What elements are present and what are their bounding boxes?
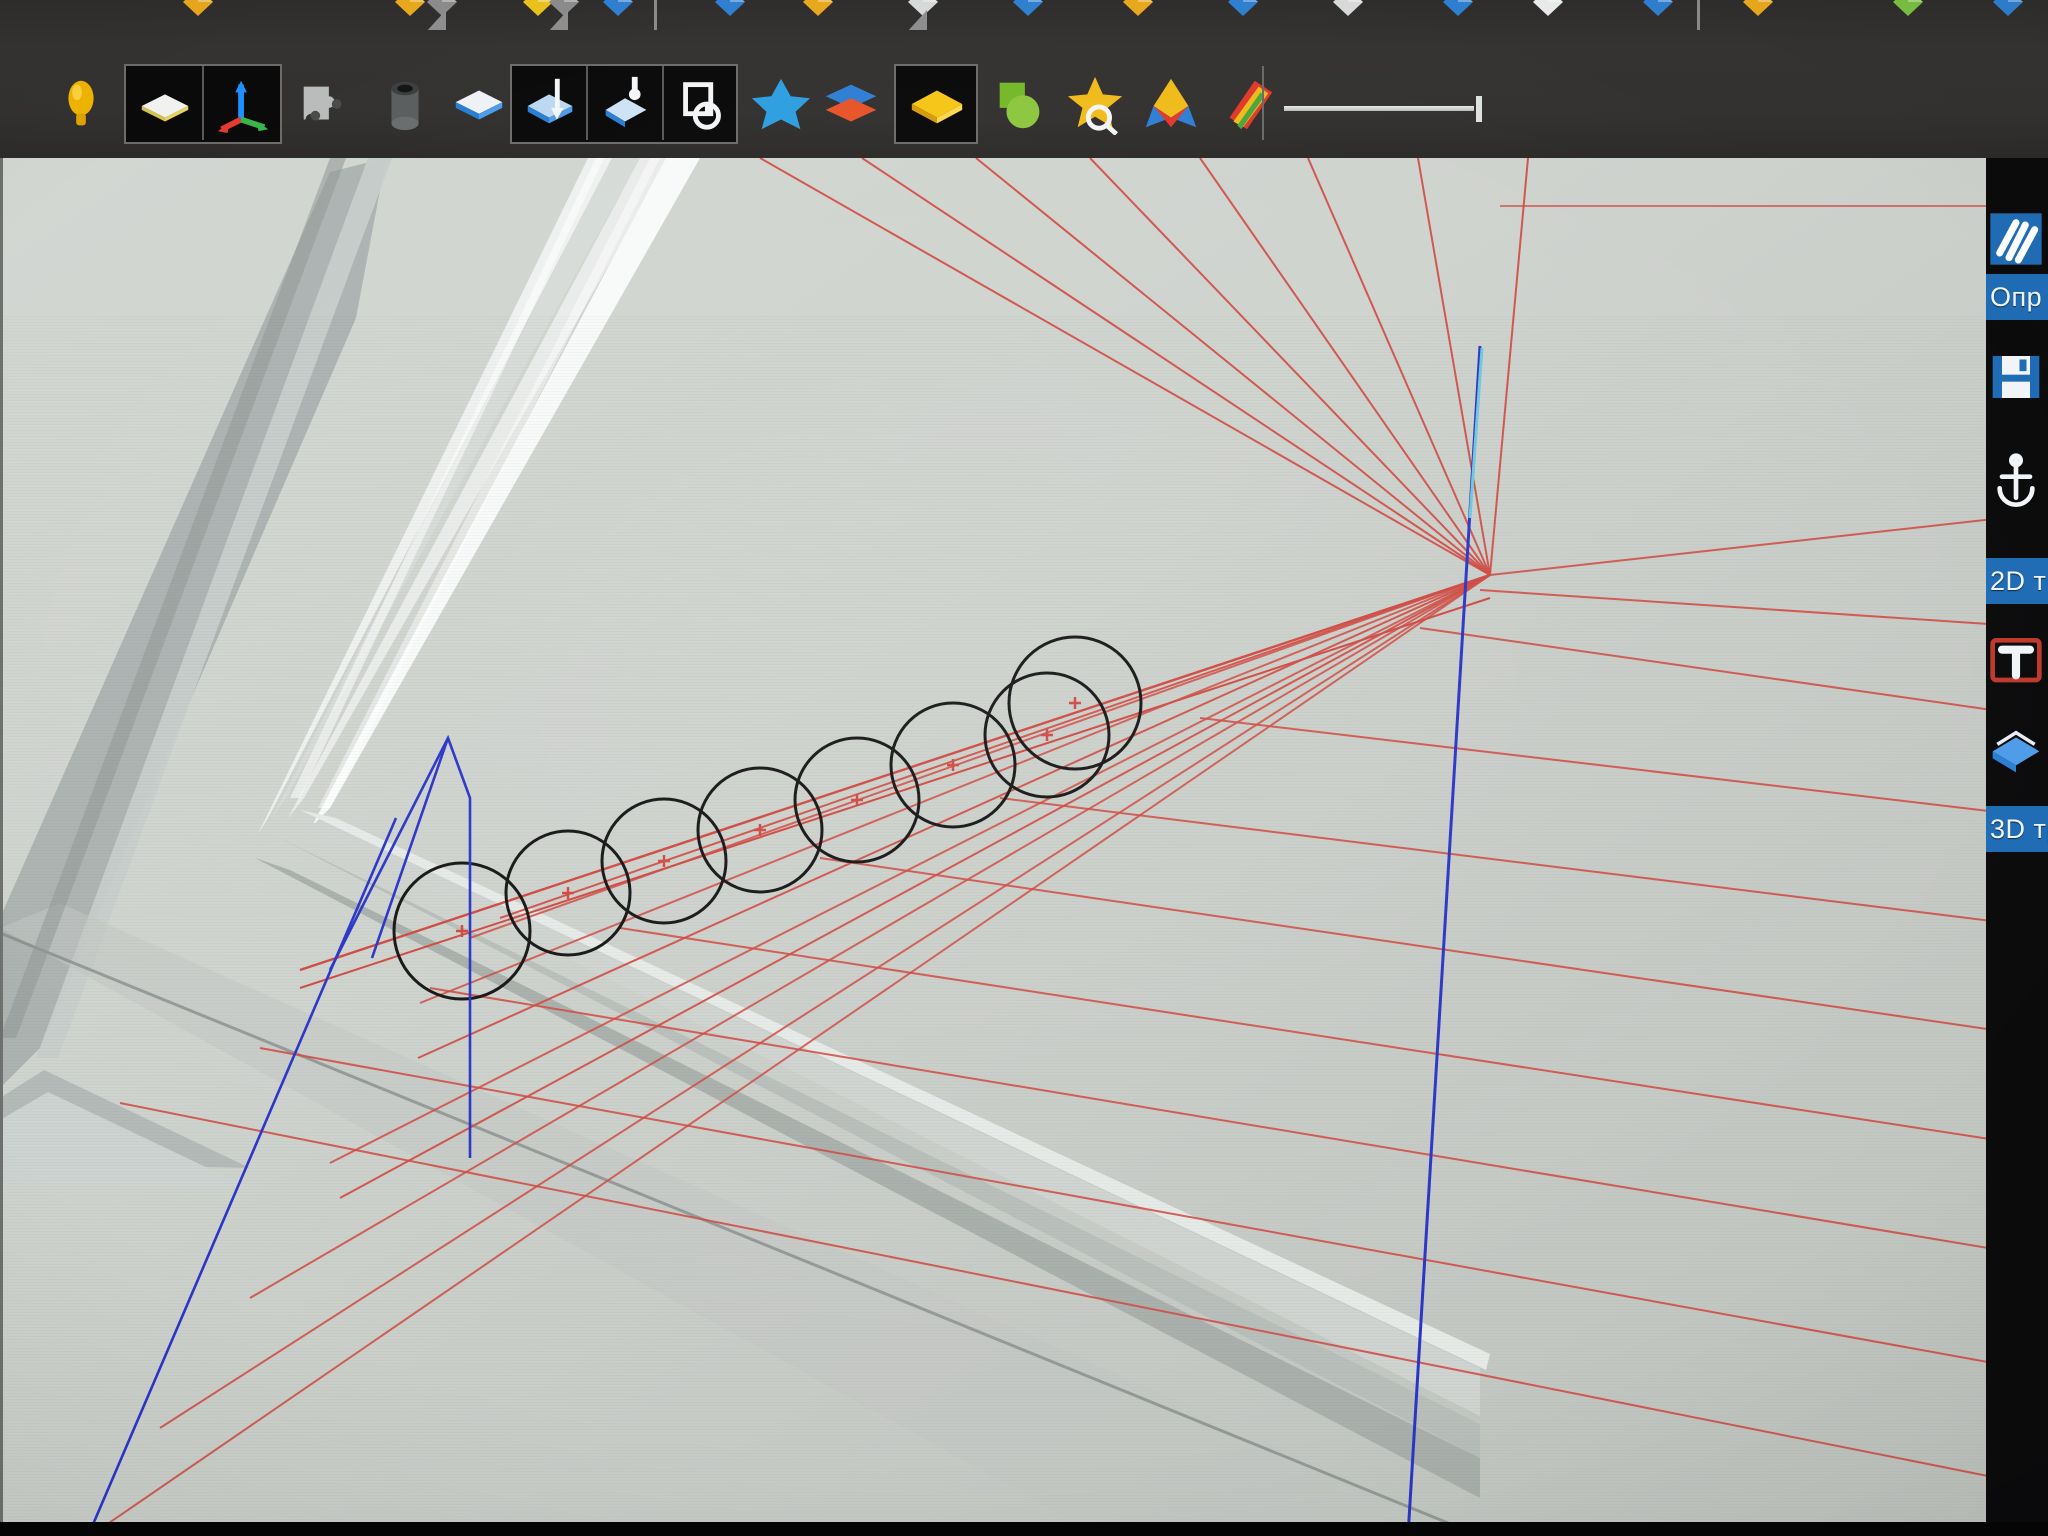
- panel-item-layers[interactable]: [1986, 718, 2048, 780]
- sphere-blue-icon[interactable]: [1990, 0, 2024, 16]
- plane-tool[interactable]: [126, 62, 204, 146]
- surface-extrude-tool[interactable]: [512, 62, 590, 146]
- triangle-marker-yellow-icon[interactable]: [180, 0, 214, 16]
- toolbar-overflow-separator: [654, 0, 657, 30]
- panel-item-anchor[interactable]: [1986, 448, 2048, 510]
- gear-star-icon[interactable]: [1530, 0, 1564, 16]
- scale-ruler-widget[interactable]: [1284, 96, 1482, 122]
- ruler-track[interactable]: [1284, 106, 1474, 111]
- stitch-surface-tool[interactable]: [812, 62, 890, 146]
- rib-tool[interactable]: [1208, 62, 1286, 146]
- ruler-end-handle[interactable]: [1476, 96, 1482, 122]
- triangle-marker-yellow2-icon[interactable]: [392, 0, 426, 16]
- triangle-blue3-icon[interactable]: [1010, 0, 1044, 16]
- component-tool[interactable]: [286, 62, 364, 146]
- ruled-surface-tool[interactable]: [898, 62, 976, 146]
- anchor-icon: [1997, 453, 2035, 507]
- chevron-stack-icon[interactable]: [1740, 0, 1774, 16]
- triangle-pointer-icon: [546, 8, 580, 30]
- sheet-body-tool[interactable]: [440, 62, 518, 146]
- local-coordinate-system-tool[interactable]: [204, 62, 282, 146]
- toolbar-overflow-strip: [0, 0, 2048, 30]
- triangle-blue-icon[interactable]: [600, 0, 634, 16]
- panel-item-label: 3D тра: [1990, 813, 2048, 844]
- triangle-blue5-icon[interactable]: [1640, 0, 1674, 16]
- toolbar-button-row: [0, 62, 2048, 160]
- panel-item-label: Опр: [1990, 281, 2043, 312]
- surface-revolve-tool[interactable]: [588, 62, 666, 146]
- panel-item-dimension[interactable]: Опр: [1986, 274, 2048, 320]
- extrude-green-icon[interactable]: [1890, 0, 1924, 16]
- triangle-pointer-icon: [905, 8, 939, 30]
- light-bulb-tool[interactable]: [42, 62, 120, 146]
- fold-white-icon[interactable]: [1330, 0, 1364, 16]
- text-tool-icon: [1990, 638, 2042, 683]
- save-sheet-icon: [1992, 356, 2040, 398]
- triangle-yellow3-icon[interactable]: [800, 0, 834, 16]
- main-toolbar: [0, 0, 2048, 160]
- extrude-solid-tool[interactable]: [982, 62, 1060, 146]
- cad-application-window: Опр 2D т 3D тра: [0, 0, 2048, 1536]
- triangle-yellow4-icon[interactable]: [1120, 0, 1154, 16]
- panel-item-label: 2D т: [1990, 565, 2047, 596]
- feature-search-tool[interactable]: [1058, 62, 1136, 146]
- toolbar-overflow-separator: [1697, 0, 1700, 30]
- 3d-viewport[interactable]: [0, 158, 2048, 1536]
- left-edge-bezel: [0, 158, 3, 1536]
- bottom-bezel-bar: [0, 1522, 2048, 1536]
- cylinder-tool[interactable]: [366, 62, 444, 146]
- triangle-blue4-icon[interactable]: [1440, 0, 1474, 16]
- panel-item-text[interactable]: [1986, 628, 2048, 690]
- triangle-pointer-icon: [424, 8, 458, 30]
- surface-blue-icon[interactable]: [1225, 0, 1259, 16]
- hatch-icon: [1990, 213, 2042, 265]
- toolbar-separator: [1262, 66, 1264, 140]
- panel-item-3d-view[interactable]: 3D тра: [1986, 806, 2048, 852]
- panel-item-hatch[interactable]: [1986, 208, 2048, 270]
- surface-sweep-tool[interactable]: [664, 62, 742, 146]
- patch-surface-tool[interactable]: [742, 62, 820, 146]
- viewport-canvas[interactable]: [0, 158, 2048, 1536]
- triangle-blue2-icon[interactable]: [712, 0, 746, 16]
- panel-item-2d-view[interactable]: 2D т: [1986, 558, 2048, 604]
- panel-item-save-sheet[interactable]: [1986, 346, 2048, 408]
- right-tool-panel[interactable]: Опр 2D т 3D тра: [1986, 158, 2048, 1536]
- loft-tool[interactable]: [1132, 62, 1210, 146]
- layers-icon: [1992, 730, 2040, 773]
